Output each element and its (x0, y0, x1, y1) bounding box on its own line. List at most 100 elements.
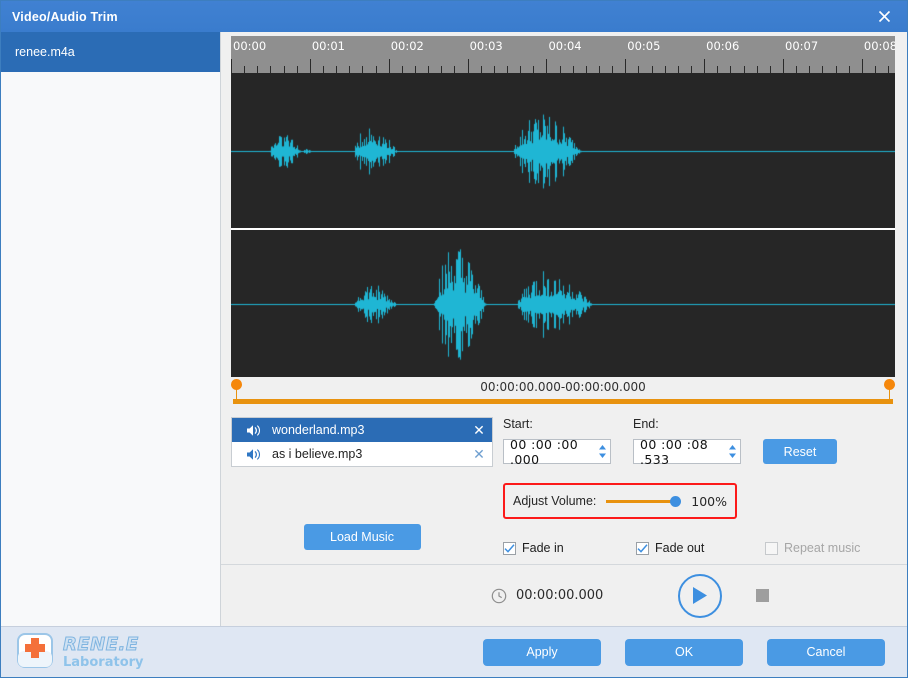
play-icon (691, 586, 709, 605)
volume-percent: 100% (691, 494, 727, 509)
end-time-input[interactable]: 00 :00 :08 .533 (633, 439, 741, 464)
start-group: Start: 00 :00 :00 .000 (503, 417, 633, 464)
player-time: 00:00:00.000 (491, 588, 603, 604)
close-icon[interactable]: ✕ (472, 446, 486, 463)
ruler-tick-minor (441, 66, 442, 73)
range-end-handle[interactable] (884, 379, 895, 404)
audio-options-row: Fade in Fade out Rep (503, 541, 895, 555)
ruler-tick-minor (809, 66, 810, 73)
volume-slider[interactable] (606, 493, 681, 509)
ruler-tick-minor (402, 66, 403, 73)
adjust-volume-group: Adjust Volume: 100% (503, 483, 737, 519)
end-group: End: 00 :00 :08 .533 (633, 417, 763, 464)
music-item-label: as i believe.mp3 (272, 447, 472, 461)
ruler-tick-minor (376, 66, 377, 73)
reset-button[interactable]: Reset (763, 439, 837, 464)
ruler-tick-major (389, 59, 390, 73)
volume-track (606, 500, 675, 503)
ruler-tick-major (625, 59, 626, 73)
waveform-area (231, 73, 895, 377)
range-start-handle[interactable] (231, 379, 242, 404)
fade-out-checkbox[interactable]: Fade out (636, 541, 765, 555)
repeat-music-label: Repeat music (784, 541, 860, 555)
start-end-row: Start: 00 :00 :00 .000 (503, 417, 895, 464)
ruler-tick-minor (638, 66, 639, 73)
window-title: Video/Audio Trim (12, 10, 118, 24)
ruler-label: 00:01 (312, 39, 345, 53)
timeline-ruler[interactable]: 00:0000:0100:0200:0300:0400:0500:0600:07… (231, 36, 895, 73)
ruler-label: 00:00 (233, 39, 266, 53)
ruler-tick-minor (691, 66, 692, 73)
speaker-icon (246, 424, 261, 437)
waveform-canvas-2 (231, 230, 895, 377)
sidebar-item-label: renee.m4a (15, 45, 75, 59)
ruler-tick-minor (573, 66, 574, 73)
sidebar-item-renee-m4a[interactable]: renee.m4a (1, 32, 220, 72)
ruler-label: 00:06 (706, 39, 739, 53)
brand-line-2: Laboratory (63, 656, 144, 669)
ruler-tick-minor (599, 66, 600, 73)
trim-range-track[interactable] (233, 399, 893, 404)
fade-in-checkbox[interactable]: Fade in (503, 541, 636, 555)
load-music-button[interactable]: Load Music (304, 524, 421, 550)
music-list-item[interactable]: wonderland.mp3 ✕ (232, 418, 492, 442)
repeat-music-checkbox: Repeat music (765, 541, 860, 555)
spinner-updown-icon[interactable] (728, 444, 737, 459)
ruler-tick-minor (270, 66, 271, 73)
handle-knob-icon (884, 379, 895, 390)
spinner-updown-icon[interactable] (598, 444, 607, 459)
ruler-tick-minor (336, 66, 337, 73)
fade-in-label: Fade in (522, 541, 564, 555)
ruler-tick-minor (415, 66, 416, 73)
ruler-tick-minor (560, 66, 561, 73)
ruler-tick-minor (586, 66, 587, 73)
controls-area: wonderland.mp3 ✕ as i be (221, 411, 907, 564)
speaker-icon (246, 448, 261, 461)
ruler-tick-minor (297, 66, 298, 73)
close-icon[interactable]: ✕ (472, 422, 486, 439)
play-button[interactable] (678, 574, 722, 618)
dialog-body: renee.m4a 00:0000:0100:0200:0300:0400:05… (1, 32, 907, 626)
waveform-channel-1[interactable] (231, 73, 895, 228)
clock-icon (491, 588, 507, 604)
ruler-tick-minor (494, 66, 495, 73)
close-icon (877, 9, 892, 24)
trim-range-bar[interactable]: 00:00:00.000-00:00:00.000 (231, 377, 895, 411)
ok-button[interactable]: OK (625, 639, 743, 666)
volume-knob[interactable] (670, 496, 681, 507)
footer-buttons: Apply OK Cancel (483, 639, 907, 666)
end-time-value: 00 :00 :08 .533 (640, 437, 728, 467)
ruler-label: 00:02 (391, 39, 424, 53)
ruler-tick-minor (612, 66, 613, 73)
check-icon (504, 544, 515, 553)
cancel-button[interactable]: Cancel (767, 639, 885, 666)
brand-text: RENE.E Laboratory (63, 636, 144, 669)
ruler-label: 00:05 (627, 39, 660, 53)
ruler-tick-minor (362, 66, 363, 73)
check-icon (637, 544, 648, 553)
music-list-item[interactable]: as i believe.mp3 ✕ (232, 442, 492, 466)
apply-button[interactable]: Apply (483, 639, 601, 666)
start-time-input[interactable]: 00 :00 :00 .000 (503, 439, 611, 464)
ruler-tick-major (862, 59, 863, 73)
ruler-tick-major (310, 59, 311, 73)
ruler-tick-minor (849, 66, 850, 73)
ruler-tick-minor (665, 66, 666, 73)
ruler-tick-minor (888, 66, 889, 73)
trim-fields-column: Start: 00 :00 :00 .000 (493, 417, 895, 564)
ruler-tick-minor (520, 66, 521, 73)
ruler-tick-minor (796, 66, 797, 73)
ruler-tick-minor (428, 66, 429, 73)
music-list: wonderland.mp3 ✕ as i be (231, 417, 493, 467)
ruler-tick-minor (244, 66, 245, 73)
ruler-tick-minor (507, 66, 508, 73)
waveform-channel-2[interactable] (231, 228, 895, 377)
player-time-value: 00:00:00.000 (516, 588, 603, 603)
ruler-tick-major (468, 59, 469, 73)
load-music-wrap: Load Music (231, 524, 493, 564)
start-time-value: 00 :00 :00 .000 (510, 437, 598, 467)
ruler-tick-minor (678, 66, 679, 73)
close-button[interactable] (861, 1, 907, 32)
stop-button[interactable] (756, 589, 769, 602)
cross-key-icon (15, 632, 55, 673)
